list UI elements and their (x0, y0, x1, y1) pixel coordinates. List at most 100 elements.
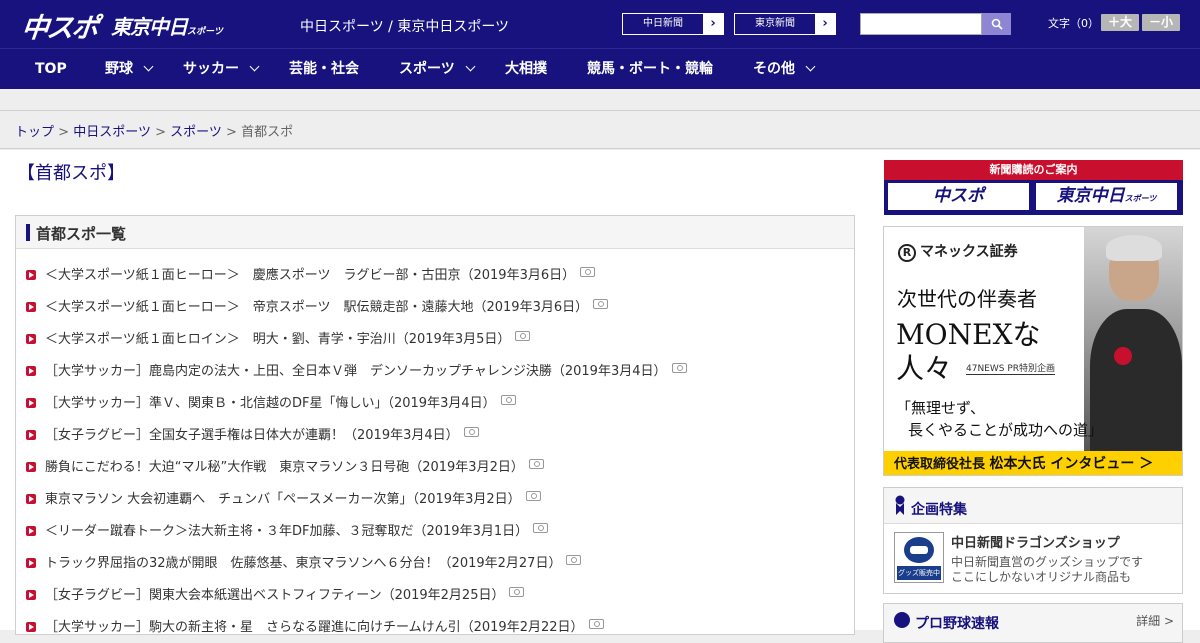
article-link[interactable]: ［大学サッカー］準Ｖ、関東Ｂ・北信越のDF星「悔しい」（2019年3月4日） (45, 396, 496, 411)
list-item[interactable]: トラック界屈指の32歳が開眼 佐藤悠基、東京マラソンへ６分台！（2019年2月2… (26, 552, 582, 572)
article-link[interactable]: ＜大学スポーツ紙１面ヒーロー＞ 慶應スポーツ ラグビー部・古田京（2019年3月… (45, 268, 575, 283)
ad-interview-link[interactable]: 代表取締役社長 松本大氏 インタビュー ＞ (884, 451, 1182, 475)
nav-item-sumo[interactable]: 大相撲 (505, 49, 547, 89)
spacer-strip (0, 89, 1200, 111)
font-smaller-button[interactable]: －小 (1142, 14, 1180, 31)
baseball-scores-box: プロ野球速報 詳細 > (883, 603, 1183, 643)
nav-item-racing[interactable]: 競馬・ボート・競輪 (587, 49, 713, 89)
camera-icon (515, 331, 531, 341)
bullet-arrow-icon (26, 462, 36, 472)
tokyo-chunichi-logo[interactable]: 東京中日スポーツ (111, 11, 223, 40)
list-item[interactable]: ＜大学スポーツ紙１面ヒーロー＞ 慶應スポーツ ラグビー部・古田京（2019年3月… (26, 264, 596, 284)
font-larger-button[interactable]: ＋大 (1101, 14, 1139, 31)
feature-header: 企画特集 (884, 488, 1182, 524)
article-link[interactable]: ＜大学スポーツ紙１面ヒロイン＞ 明大・劉、青学・宇治川（2019年3月5日） (45, 332, 510, 347)
list-item[interactable]: ［大学サッカー］鹿島内定の法大・上田、全日本Ｖ弾 デンソーカップチャレンジ決勝（… (26, 360, 687, 380)
camera-icon (525, 491, 541, 501)
breadcrumb-link-chunichi-sports[interactable]: 中日スポーツ (73, 125, 151, 140)
list-item[interactable]: ［大学サッカー］準Ｖ、関東Ｂ・北信越のDF星「悔しい」（2019年3月4日） (26, 392, 516, 412)
list-item[interactable]: ［女子ラグビー］関東大会本紙選出ベストフィフティーン（2019年2月25日） (26, 584, 525, 604)
camera-icon (580, 267, 596, 277)
article-link[interactable]: ［女子ラグビー］関東大会本紙選出ベストフィフティーン（2019年2月25日） (45, 588, 504, 603)
list-item[interactable]: ［女子ラグビー］全国女子選手権は日体大が連覇！（2019年3月4日） (26, 424, 479, 444)
tokyo-shimbun-label: 東京新聞 (755, 18, 795, 29)
article-link[interactable]: ＜大学スポーツ紙１面ヒーロー＞ 帝京スポーツ 駅伝競走部・遠藤大地（2019年3… (45, 300, 588, 315)
monex-ad[interactable]: R マネックス証券 次世代の伴奏者 MONEXな 人々 47NEWS PR特別企画… (883, 226, 1183, 476)
breadcrumb-separator: > (58, 125, 70, 140)
feature-title: 企画特集 (911, 502, 967, 518)
chunichi-shimbun-label: 中日新聞 (643, 18, 683, 29)
list-item[interactable]: ＜リーダー蹴春トーク＞法大新主将・３年DF加藤、３冠奪取だ（2019年3月1日） (26, 520, 549, 540)
article-link[interactable]: 勝負にこだわる！大迫“マル秘”大作戦 東京マラソン３日号砲（2019年3月2日） (45, 460, 524, 475)
article-link[interactable]: ＜リーダー蹴春トーク＞法大新主将・３年DF加藤、３冠奪取だ（2019年3月1日） (45, 524, 528, 539)
bullet-arrow-icon (26, 622, 36, 632)
ribbon-icon (895, 495, 905, 515)
breadcrumb-separator: > (226, 125, 237, 140)
nav-item-label: TOP (35, 61, 67, 77)
nav-item-entertainment[interactable]: 芸能・社会 (289, 49, 359, 89)
bullet-arrow-icon (26, 590, 36, 600)
dragons-shop-title[interactable]: 中日新聞ドラゴンズショップ (951, 532, 1120, 551)
header-accent-bar (26, 224, 30, 241)
nav-item-sports[interactable]: スポーツ (399, 49, 476, 89)
nav-item-top[interactable]: TOP (35, 49, 67, 89)
ad-portrait-body (1090, 309, 1182, 451)
baseball-icon (894, 612, 910, 628)
chuspo-logo[interactable]: 中スポ (20, 6, 99, 45)
article-link[interactable]: ［女子ラグビー］全国女子選手権は日体大が連覇！（2019年3月4日） (45, 428, 459, 443)
list-item[interactable]: ＜大学スポーツ紙１面ヒロイン＞ 明大・劉、青学・宇治川（2019年3月5日） (26, 328, 531, 348)
chunichi-shimbun-link[interactable]: 中日新聞 › (622, 13, 724, 35)
site-header: 中スポ 東京中日スポーツ 中日スポーツ / 東京中日スポーツ 中日新聞 › 東京… (0, 0, 1200, 48)
article-link[interactable]: 東京マラソン 大会初連覇へ チュンバ「ペースメーカー次第」（2019年3月2日） (45, 492, 521, 507)
breadcrumb-link-top[interactable]: トップ (15, 125, 54, 140)
nav-item-label: その他 (753, 61, 795, 77)
subscription-banner: 新聞購読のご案内 中スポ 東京中日スポーツ (884, 160, 1183, 215)
feature-box: 企画特集 グッズ販売中 中日新聞ドラゴンズショップ 中日新聞直営のグッズショップ… (883, 487, 1183, 594)
chevron-down-icon (143, 61, 154, 72)
tokyo-chunichi-logo-small: スポーツ (187, 27, 223, 37)
camera-icon (566, 555, 582, 565)
list-item[interactable]: ＜大学スポーツ紙１面ヒーロー＞ 帝京スポーツ 駅伝競走部・遠藤大地（2019年3… (26, 296, 609, 316)
bullet-arrow-icon (26, 558, 36, 568)
search-button[interactable] (982, 13, 1011, 35)
bullet-arrow-icon (26, 526, 36, 536)
ad-portrait-hair (1106, 235, 1162, 261)
subscribe-chuspo-button[interactable]: 中スポ (887, 182, 1030, 211)
dragons-shop-image[interactable]: グッズ販売中 (894, 532, 944, 583)
article-link[interactable]: ［大学サッカー］駒大の新主将・星 さらなる躍進に向けチームけん引（2019年2月… (45, 620, 584, 635)
site-names: 中日スポーツ / 東京中日スポーツ (300, 19, 510, 35)
list-item[interactable]: 東京マラソン 大会初連覇へ チュンバ「ペースメーカー次第」（2019年3月2日） (26, 488, 541, 508)
baseball-scores-title: プロ野球速報 (915, 616, 999, 632)
nav-item-other[interactable]: その他 (753, 49, 816, 89)
main-nav: TOP 野球 サッカー 芸能・社会 スポーツ 大相撲 競馬・ボート・競輪 その他 (0, 48, 1200, 89)
bullet-arrow-icon (26, 430, 36, 440)
nav-item-baseball[interactable]: 野球 (105, 49, 154, 89)
list-item[interactable]: 勝負にこだわる！大迫“マル秘”大作戦 東京マラソン３日号砲（2019年3月2日） (26, 456, 544, 476)
nav-item-label: 野球 (105, 61, 133, 77)
camera-icon (593, 299, 609, 309)
bullet-arrow-icon (26, 494, 36, 504)
baseball-details-link[interactable]: 詳細 > (1136, 612, 1174, 629)
chevron-down-icon (465, 61, 476, 72)
chevron-right-icon: › (703, 14, 723, 34)
breadcrumb-link-sports[interactable]: スポーツ (170, 125, 222, 140)
camera-icon (500, 395, 516, 405)
ad-quote-1: 「無理せず、 (896, 399, 985, 417)
tokyo-shimbun-link[interactable]: 東京新聞 › (734, 13, 836, 35)
subscription-title: 新聞購読のご案内 (884, 160, 1183, 180)
dragons-shop-desc-2: ここにしかないオリジナル商品も (951, 570, 1132, 584)
list-item[interactable]: ［大学サッカー］駒大の新主将・星 さらなる躍進に向けチームけん引（2019年2月… (26, 616, 604, 636)
ad-headline-3: 人々 (896, 352, 953, 385)
ad-portrait-rose (1114, 347, 1132, 365)
subscribe-tokyo-small: スポーツ (1124, 194, 1157, 203)
article-link[interactable]: ［大学サッカー］鹿島内定の法大・上田、全日本Ｖ弾 デンソーカップチャレンジ決勝（… (45, 364, 667, 379)
camera-icon (528, 459, 544, 469)
bullet-arrow-icon (26, 270, 36, 280)
article-link[interactable]: トラック界屈指の32歳が開眼 佐藤悠基、東京マラソンへ６分台！（2019年2月2… (45, 556, 561, 571)
search-input[interactable] (860, 13, 982, 35)
ad-tag: 47NEWS PR特別企画 (966, 361, 1056, 375)
article-list-header: 首都スポ一覧 (16, 216, 854, 249)
article-list-title: 首都スポ一覧 (36, 225, 127, 243)
nav-item-soccer[interactable]: サッカー (183, 49, 260, 89)
subscribe-tokyo-chunichi-button[interactable]: 東京中日スポーツ (1035, 182, 1178, 211)
